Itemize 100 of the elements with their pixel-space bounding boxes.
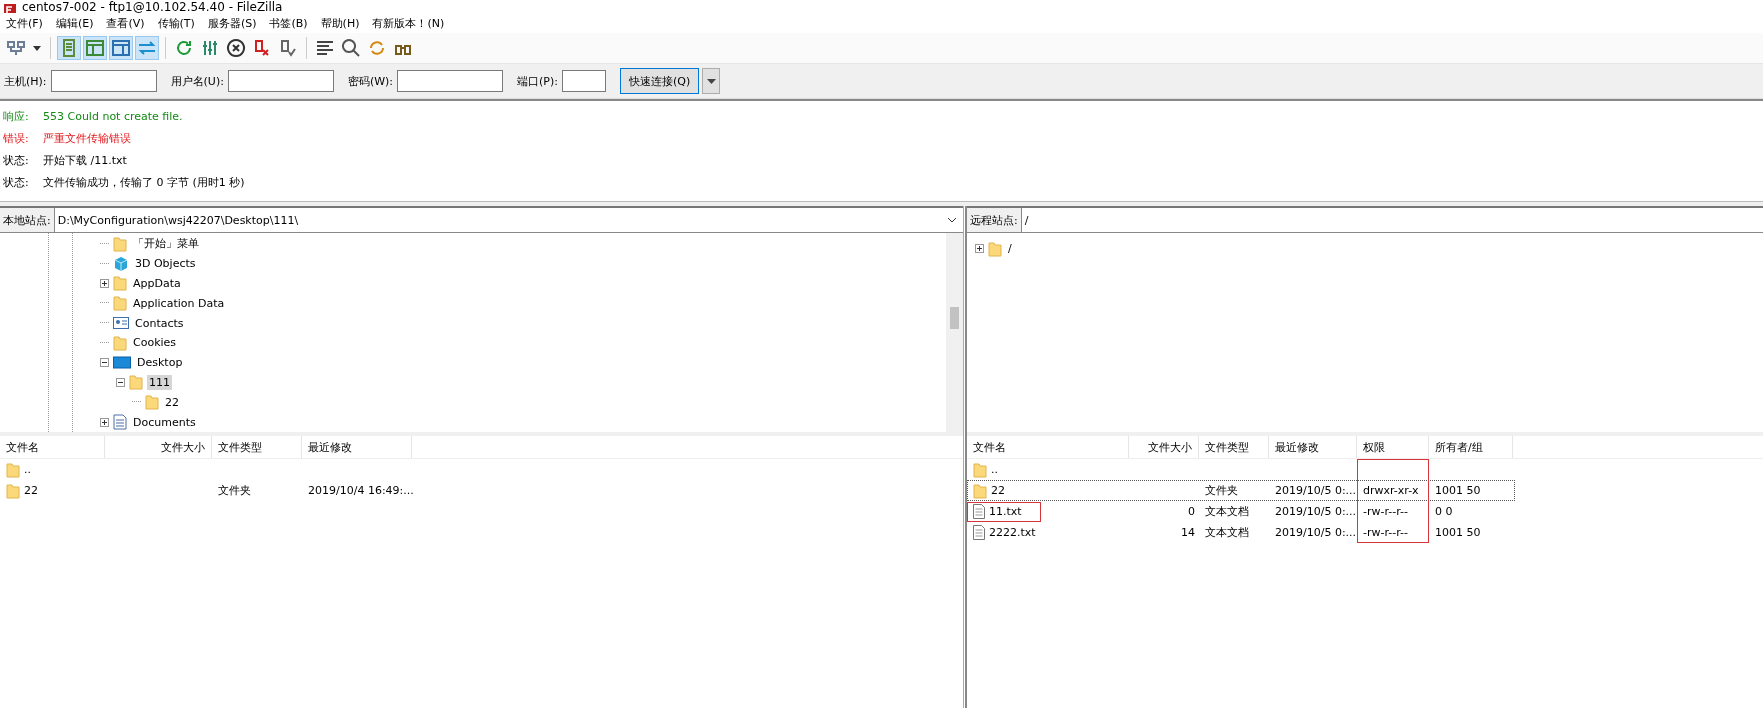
log-message: 文件传输成功，传输了 0 字节 (用时1 秒) — [43, 174, 245, 190]
app-logo-icon — [4, 4, 16, 13]
table-cell: 1001 50 — [1435, 526, 1481, 539]
left-pane-icon[interactable] — [83, 36, 107, 60]
column-header[interactable]: 权限 — [1357, 436, 1429, 458]
quickconnect-button[interactable]: 快速连接(Q) — [620, 68, 700, 94]
expand-toggle[interactable] — [100, 417, 109, 427]
log-message: 开始下载 /11.txt — [43, 152, 127, 168]
chevron-down-icon — [947, 217, 957, 223]
path-field[interactable]: D:\MyConfiguration\wsj42207\Desktop\111\ — [54, 208, 963, 232]
tree-item[interactable]: 「开始」菜单 — [131, 235, 201, 253]
expand-toggle[interactable] — [975, 244, 984, 254]
table-cell: 1001 50 — [1435, 484, 1481, 497]
tree-item[interactable]: AppData — [131, 276, 183, 291]
folder-icon — [988, 240, 1002, 257]
menu-item[interactable]: 有新版本！(N) — [372, 15, 445, 31]
input-field[interactable] — [397, 70, 504, 92]
log-message: 严重文件传输错误 — [43, 130, 131, 146]
folder-icon — [145, 394, 159, 411]
table-cell: 22 — [24, 484, 38, 497]
input-field[interactable] — [562, 70, 606, 92]
folder-icon — [113, 334, 127, 351]
menu-item[interactable]: 书签(B) — [269, 15, 308, 31]
column-header[interactable]: 最近修改 — [302, 436, 412, 458]
table-cell: 2019/10/5 0:... — [1275, 526, 1357, 539]
folder-icon — [973, 482, 987, 499]
tree-item[interactable]: 111 — [147, 374, 172, 390]
column-header[interactable]: 最近修改 — [1269, 436, 1357, 458]
folder-icon — [6, 461, 20, 478]
collapse-toggle[interactable] — [116, 377, 125, 387]
table-cell: 文本文档 — [1205, 525, 1249, 540]
table-cell: drwxr-xr-x — [1363, 484, 1419, 497]
tree-item[interactable]: Application Data — [131, 295, 227, 311]
column-header[interactable]: 所有者/组 — [1429, 436, 1513, 458]
table-cell: 文件夹 — [1205, 483, 1238, 498]
table-cell: -rw-r--r-- — [1363, 526, 1408, 539]
tree-item[interactable]: 22 — [163, 394, 181, 410]
table-cell: .. — [24, 463, 31, 476]
site-label: 远程站点: — [967, 208, 1022, 232]
right-pane-icon[interactable] — [109, 36, 133, 60]
dropdown-arrow-icon[interactable] — [33, 45, 41, 51]
menu-item[interactable]: 文件(F) — [6, 15, 43, 31]
folder-icon — [973, 461, 987, 478]
table-cell: 0 0 — [1435, 505, 1453, 518]
input-field[interactable] — [227, 70, 334, 92]
menu-item[interactable]: 帮助(H) — [320, 15, 360, 31]
menu-item[interactable]: 编辑(E) — [55, 15, 94, 31]
tree-item[interactable]: Cookies — [131, 335, 179, 351]
path-field[interactable]: / — [1021, 208, 1763, 232]
table-cell: 14 — [1181, 526, 1195, 539]
field-label: 密码(W): — [347, 73, 394, 89]
field-label: 端口(P): — [517, 73, 558, 89]
scrollbar[interactable] — [946, 233, 963, 432]
collapse-toggle[interactable] — [100, 358, 109, 368]
menu-item[interactable]: 服务器(S) — [207, 15, 257, 31]
cancel-icon[interactable] — [224, 36, 248, 60]
expand-toggle[interactable] — [100, 279, 109, 288]
tree-item[interactable]: Desktop — [135, 355, 185, 371]
tree-item[interactable]: Contacts — [133, 315, 186, 331]
table-cell: 文件夹 — [218, 483, 251, 498]
caret-icon — [706, 78, 716, 84]
table-cell: 2019/10/5 0:... — [1275, 484, 1357, 497]
monitor-icon — [113, 355, 131, 370]
swap-arrows-icon[interactable] — [135, 36, 159, 60]
table-cell: 文本文档 — [1205, 504, 1249, 519]
folder-icon — [6, 482, 20, 499]
log-prefix: 状态: — [3, 152, 30, 168]
column-header[interactable]: 文件大小 — [105, 436, 212, 458]
text-file-icon — [973, 504, 985, 519]
tree-item[interactable]: Documents — [131, 414, 198, 430]
window-title: centos7-002 - ftp1@10.102.54.40 - FileZilla — [22, 1, 283, 13]
column-header[interactable]: 文件名 — [967, 436, 1129, 458]
log-prefix: 状态: — [3, 174, 30, 190]
site-label: 本地站点: — [0, 208, 55, 232]
table-cell: 22 — [991, 484, 1005, 497]
table-cell: 2019/10/4 16:49:... — [308, 484, 414, 497]
menu-item[interactable]: 传输(T) — [157, 15, 195, 31]
folder-icon — [113, 275, 127, 292]
contact-card-icon — [113, 316, 129, 331]
column-header[interactable]: 文件大小 — [1129, 436, 1199, 458]
folder-icon — [113, 295, 127, 312]
log-message: 553 Could not create file. — [43, 109, 183, 123]
dropdown-button[interactable] — [702, 68, 721, 94]
field-label: 用户名(U): — [170, 73, 224, 89]
table-cell: 11.txt — [989, 505, 1022, 518]
text-page-icon[interactable] — [57, 36, 81, 60]
folder-icon — [129, 374, 143, 391]
folder-icon — [113, 235, 127, 252]
menu-item[interactable]: 查看(V) — [106, 15, 145, 31]
table-cell: 2222.txt — [989, 526, 1036, 539]
table-cell: -rw-r--r-- — [1363, 505, 1408, 518]
input-field[interactable] — [50, 70, 157, 92]
field-label: 主机(H): — [4, 73, 47, 89]
column-header[interactable]: 文件类型 — [1199, 436, 1269, 458]
column-header[interactable]: 文件名 — [0, 436, 105, 458]
tree-item[interactable]: / — [1006, 241, 1014, 257]
column-header[interactable]: 文件类型 — [212, 436, 302, 458]
document-icon — [113, 414, 127, 431]
tree-item[interactable]: 3D Objects — [133, 256, 198, 272]
table-cell: .. — [991, 463, 998, 476]
